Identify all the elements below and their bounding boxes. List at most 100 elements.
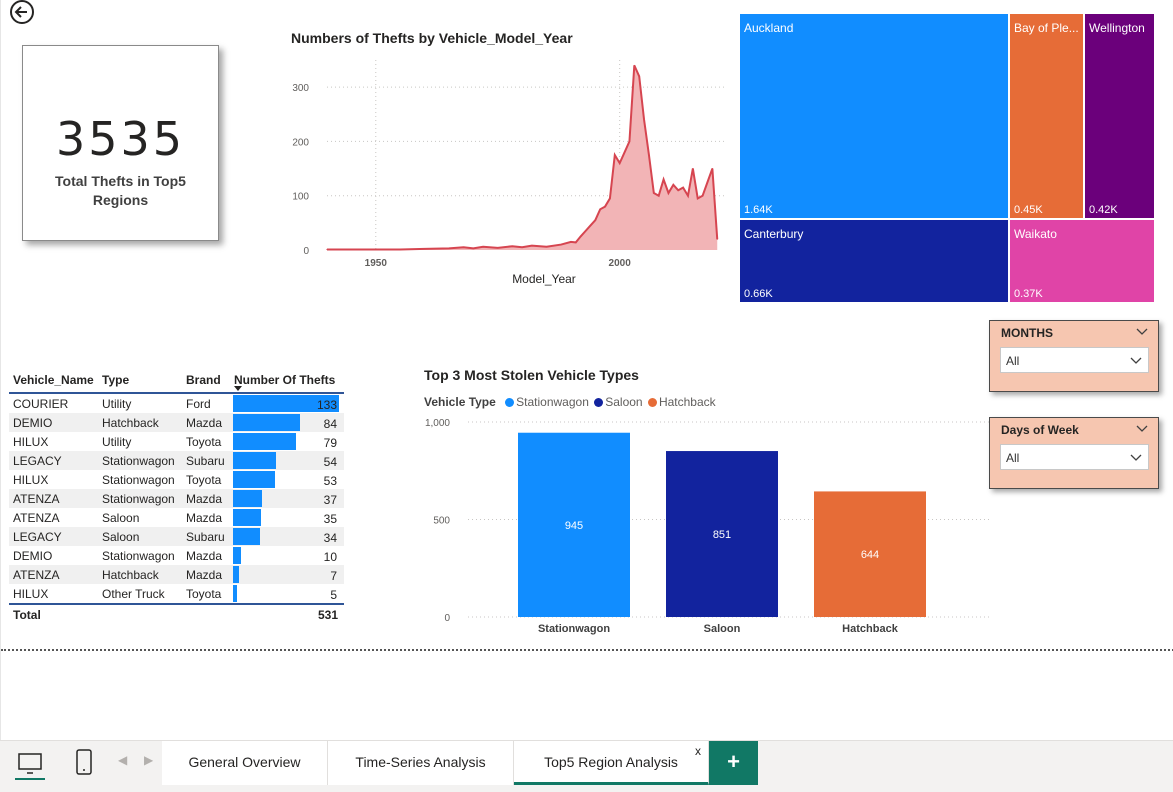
kpi-card[interactable]: 3535 Total Thefts in Top5 Regions [22,45,219,241]
data-point[interactable] [706,181,709,183]
data-point[interactable] [643,119,645,121]
table-row[interactable]: HILUX Utility Toyota 79 [9,432,344,451]
data-point[interactable] [482,246,484,248]
data-point[interactable] [604,205,606,208]
table-cell-type: Stationwagon [102,473,175,487]
scroll-right-arrow-icon[interactable]: ▶ [144,753,153,767]
data-point[interactable] [638,75,640,77]
data-point[interactable] [614,154,616,156]
table-row[interactable]: ATENZA Stationwagon Mazda 37 [9,489,344,508]
data-bar [233,585,237,602]
data-point[interactable] [589,224,592,227]
data-point[interactable] [702,195,704,197]
chevron-down-icon[interactable] [1136,325,1148,337]
back-arrow-icon[interactable] [8,0,36,26]
column-header[interactable]: Number Of Thefts [234,373,335,387]
column-header[interactable]: Brand [186,373,221,387]
data-point[interactable] [599,208,601,210]
table-row[interactable]: DEMIO Hatchback Mazda 84 [9,413,344,432]
x-tick-label: 2000 [609,258,632,269]
data-point[interactable] [448,247,450,249]
tab-general-overview[interactable]: General Overview [162,741,328,785]
add-page-button[interactable]: + [709,741,758,785]
data-point[interactable] [648,154,650,156]
data-point[interactable] [711,167,713,170]
data-point[interactable] [472,247,474,249]
data-point[interactable] [560,243,562,246]
data-point[interactable] [399,248,401,251]
legend-item[interactable]: Stationwagon [516,395,589,409]
close-icon[interactable]: x [695,744,701,758]
table-row[interactable]: DEMIO Stationwagon Mazda 10 [9,546,344,565]
treemap-tile-waikato[interactable]: Waikato 0.37K [1009,219,1155,303]
data-point[interactable] [423,248,426,250]
table-row[interactable]: ATENZA Saloon Mazda 35 [9,508,344,527]
data-point[interactable] [326,248,328,251]
data-point[interactable] [580,235,582,238]
treemap-tile-auckland[interactable]: Auckland 1.64K [739,13,1009,219]
tab-top5-region-analysis[interactable]: Top5 Region Analysis [514,741,709,785]
region-treemap[interactable]: Auckland 1.64K Bay of Ple... 0.45K Welli… [739,13,1155,303]
table-cell-name: HILUX [13,587,49,601]
theft-table[interactable]: Vehicle_Name Type Brand Number Of Thefts… [9,372,344,623]
data-point[interactable] [677,189,679,191]
table-cell-brand: Mazda [186,511,223,525]
data-point[interactable] [531,245,533,247]
data-point[interactable] [697,197,699,200]
data-point[interactable] [545,246,548,248]
theft-count: 54 [323,455,337,469]
table-row[interactable]: COURIER Utility Ford 133 [9,394,344,413]
line-chart[interactable]: 0 100 200 300 1950 2000 Model_Year [281,50,731,290]
data-point[interactable] [687,195,689,197]
data-point[interactable] [570,241,572,243]
data-point[interactable] [511,245,513,247]
data-point[interactable] [628,140,631,143]
table-row[interactable]: HILUX Other Truck Toyota 5 [9,584,344,603]
data-point[interactable] [619,162,621,164]
treemap-tile-canterbury[interactable]: Canterbury 0.66K [739,219,1009,303]
tab-time-series-analysis[interactable]: Time-Series Analysis [328,741,514,785]
sort-descending-icon[interactable] [234,386,242,391]
desktop-view-icon[interactable] [12,747,48,781]
mobile-view-icon[interactable] [66,747,102,781]
data-point[interactable] [682,186,684,189]
months-dropdown[interactable]: All [1000,347,1149,373]
table-row[interactable]: LEGACY Saloon Subaru 34 [9,527,344,546]
data-point[interactable] [609,197,611,200]
data-point[interactable] [667,192,670,194]
table-row[interactable]: ATENZA Hatchback Mazda 7 [9,565,344,584]
data-point[interactable] [716,238,718,240]
y-tick-label: 300 [292,83,309,94]
bar-chart[interactable]: 0 500 1,000 945 Stationwagon 851 Saloon 644 Hatc… [416,412,996,642]
data-point[interactable] [584,230,587,232]
column-header[interactable]: Vehicle_Name [13,373,94,387]
page-divider [1,649,1173,651]
column-header[interactable]: Type [102,373,129,387]
data-point[interactable] [662,178,665,181]
scroll-left-arrow-icon[interactable]: ◀ [118,753,127,767]
data-point[interactable] [521,246,523,248]
data-point[interactable] [672,184,674,186]
data-point[interactable] [350,248,352,251]
data-point[interactable] [575,241,577,243]
theft-count: 79 [323,436,337,450]
table-row[interactable]: LEGACY Stationwagon Subaru 54 [9,451,344,470]
data-point[interactable] [462,246,465,248]
legend-item[interactable]: Saloon [605,395,642,409]
treemap-tile-bay-of-plenty[interactable]: Bay of Ple... 0.45K [1009,13,1084,219]
data-point[interactable] [497,247,499,249]
days-dropdown[interactable]: All [1000,444,1149,470]
treemap-tile-wellington[interactable]: Wellington 0.42K [1084,13,1155,219]
table-row[interactable]: HILUX Stationwagon Toyota 53 [9,470,344,489]
y-tick-label: 200 [292,137,309,148]
data-point[interactable] [623,151,626,153]
data-point[interactable] [594,219,596,221]
theft-count: 7 [330,569,337,583]
data-point[interactable] [633,64,635,67]
chevron-down-icon[interactable] [1136,422,1148,434]
data-point[interactable] [692,167,694,170]
data-point[interactable] [658,195,660,197]
data-point[interactable] [653,192,655,194]
legend-item[interactable]: Hatchback [659,395,716,409]
data-point[interactable] [375,248,377,251]
